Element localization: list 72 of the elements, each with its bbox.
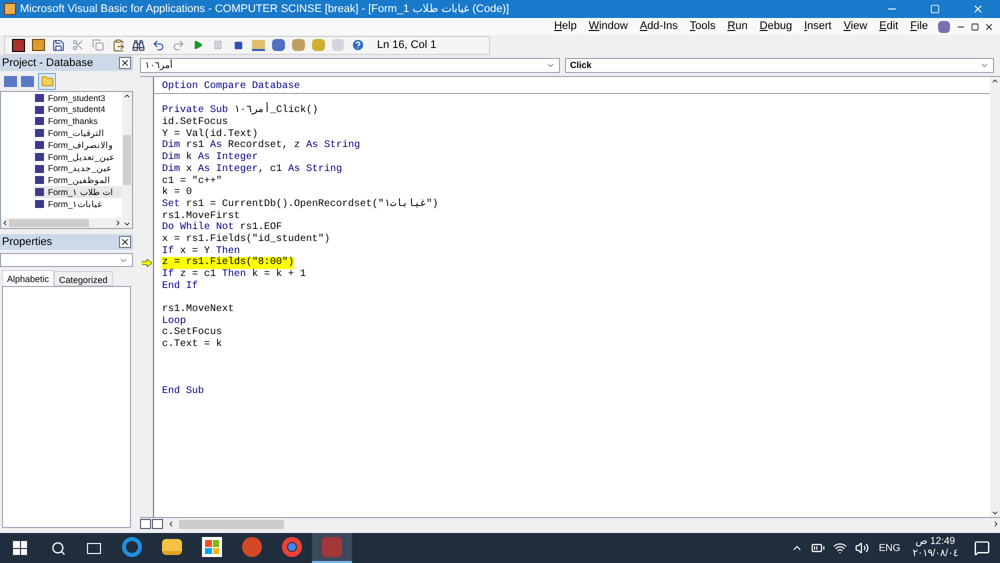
object-dropdown[interactable]: [0, 253, 133, 267]
view-object-icon[interactable]: [21, 76, 34, 86]
code-line: c1 = "c++": [162, 176, 222, 186]
code-line: Dim x As Integer, c1 As String: [162, 164, 342, 176]
clock[interactable]: 12:49 ص ٢٠١٩/٠٨/٠٤: [912, 536, 958, 560]
code-line: Option Compare Database: [162, 81, 300, 93]
app-icon: [4, 3, 16, 15]
panel-title: Properties: [2, 234, 52, 250]
window-title: Microsoft Visual Basic for Applications - COMPUTER SCINSE [break] - [Form_1 غيابات طلاب (Code)]: [20, 2, 510, 17]
view-code-icon[interactable]: [4, 76, 17, 86]
cursor-position: Ln 16, Col 1: [377, 38, 436, 53]
object-dropdown[interactable]: أمر١٠٦: [140, 58, 560, 73]
vertical-scrollbar[interactable]: [122, 92, 132, 228]
code-line: k = 0: [162, 187, 192, 199]
horizontal-scrollbar[interactable]: [1, 218, 122, 228]
menu-item[interactable]: Add-Ins: [634, 18, 684, 35]
code-line: Y = Val(id.Text): [162, 128, 258, 140]
horizontal-scrollbar[interactable]: [167, 518, 1000, 530]
code-line: rs1.MoveNext: [162, 304, 234, 316]
language-indicator[interactable]: ENG: [878, 540, 900, 556]
code-line: x = rs1.Fields("id_student"): [162, 234, 330, 246]
code-line: If x = Y Then: [162, 246, 240, 257]
close-icon[interactable]: [119, 236, 131, 248]
full-module-view-icon[interactable]: [152, 519, 163, 529]
tree-item[interactable]: Form_الموظفين: [35, 174, 122, 186]
code-line: c.Text = k: [162, 339, 222, 351]
code-line: rs1.MoveFirst: [162, 210, 240, 222]
volume-icon[interactable]: [854, 541, 869, 555]
code-line: If z = c1 Then k = k + 1: [162, 269, 306, 280]
close-icon[interactable]: [984, 22, 994, 32]
restore-icon[interactable]: [971, 22, 979, 30]
tree-item[interactable]: Form_عين_تعديل: [35, 150, 122, 163]
help-icon[interactable]: [349, 36, 367, 54]
notifications-icon[interactable]: [974, 540, 990, 556]
tree-item[interactable]: Form_غيابات١: [35, 198, 122, 210]
panel-title: Project - Database: [2, 56, 94, 71]
menu-item[interactable]: Tools: [684, 18, 722, 35]
menu-item[interactable]: Help: [548, 18, 583, 35]
code-line: c.SetFocus: [162, 327, 222, 338]
menu-item[interactable]: Edit: [873, 18, 904, 35]
menu-item[interactable]: Insert: [798, 18, 838, 35]
menu-item[interactable]: File: [904, 18, 934, 35]
tree-item[interactable]: Form_والانصراف: [35, 139, 122, 151]
code-line: End If: [162, 280, 198, 292]
access-taskbar-icon[interactable]: [312, 533, 352, 563]
form-icon[interactable]: [29, 36, 47, 54]
menu-item[interactable]: Debug: [754, 18, 798, 35]
vertical-scrollbar[interactable]: [990, 77, 1000, 517]
code-line: Loop: [162, 316, 186, 327]
access-view-icon[interactable]: [9, 36, 27, 54]
wifi-icon[interactable]: [832, 541, 847, 555]
tree-item[interactable]: Form_student4: [35, 104, 122, 116]
tree-item[interactable]: Form_thanks: [35, 116, 122, 128]
procedure-view-icon[interactable]: [140, 519, 151, 529]
battery-icon[interactable]: [810, 541, 825, 555]
tree-item[interactable]: Form_student3: [35, 92, 122, 104]
tree-item[interactable]: Form_ات طلاب ١: [35, 186, 122, 198]
procedure-dropdown[interactable]: Click: [565, 58, 994, 73]
code-line: End Sub: [162, 386, 204, 398]
menu-item[interactable]: Window: [582, 18, 634, 35]
menu-item[interactable]: Run: [721, 18, 754, 35]
code-line: id.SetFocus: [162, 117, 228, 128]
tree-item[interactable]: Form_الترقيات: [35, 127, 122, 140]
code-line: Dim rs1 As Recordset, z As String: [162, 140, 360, 152]
tree-item[interactable]: Form_عين_جديد: [35, 162, 122, 175]
tab[interactable]: Categorized: [54, 271, 113, 286]
tab[interactable]: Alphabetic: [2, 270, 54, 286]
code-line: Do While Not rs1.EOF: [162, 222, 282, 234]
menu-item[interactable]: View: [838, 18, 874, 35]
code-line: Dim k As Integer: [162, 152, 258, 164]
close-icon[interactable]: [119, 57, 131, 69]
toggle-folders-button[interactable]: [38, 72, 56, 90]
